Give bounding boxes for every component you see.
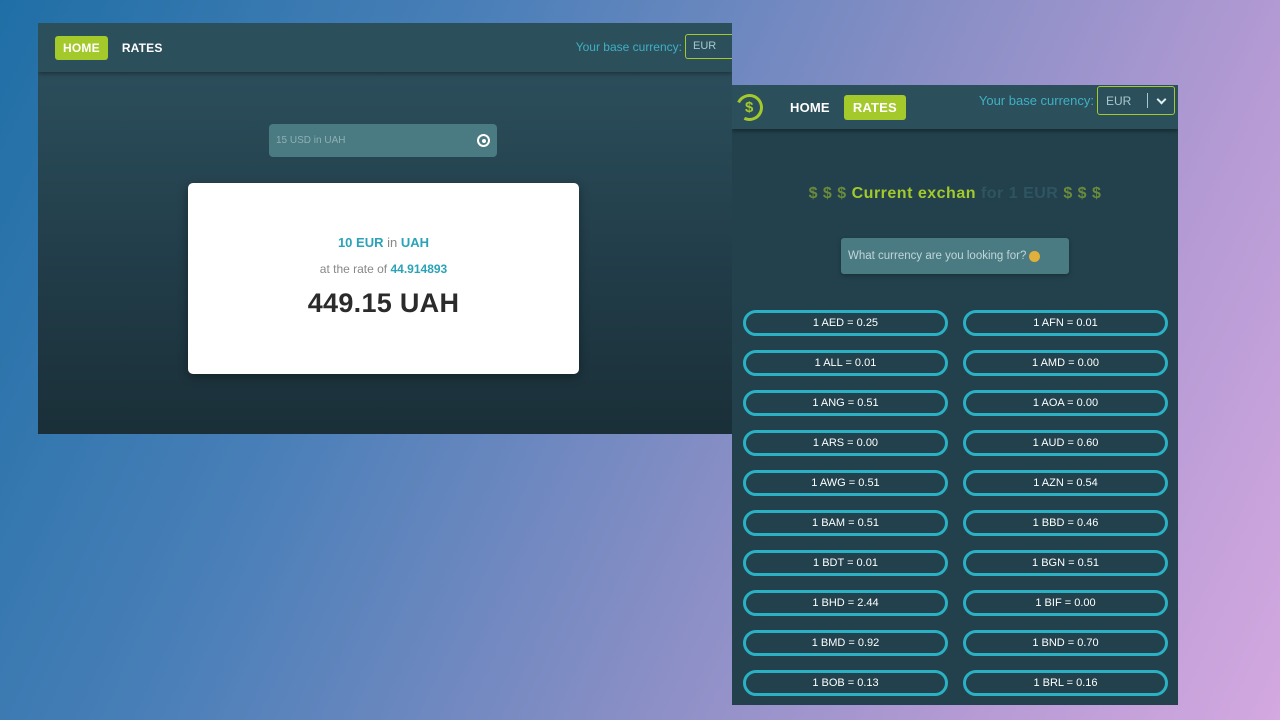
result-summary: 10 EUR in UAH	[188, 235, 579, 250]
home-navbar: HOME RATES Your base currency: EUR	[38, 23, 732, 72]
title-main: Current exchan	[851, 185, 976, 202]
result-rate-value: 44.914893	[390, 262, 448, 276]
rates-window: $ HOME RATES Your base currency: EUR $ $…	[732, 85, 1178, 705]
nav-home-button[interactable]: HOME	[55, 35, 108, 60]
conversion-search-placeholder: 15 USD in UAH	[276, 135, 346, 146]
rate-item[interactable]: 1 AZN = 0.54	[963, 470, 1168, 496]
base-currency-value: EUR	[1106, 93, 1132, 108]
result-target-currency: UAH	[400, 235, 430, 250]
rate-item[interactable]: 1 AOA = 0.00	[963, 390, 1168, 416]
rate-item[interactable]: 1 AFN = 0.01	[963, 310, 1168, 336]
rate-item[interactable]: 1 AMD = 0.00	[963, 350, 1168, 376]
home-window: HOME RATES Your base currency: EUR 15 US…	[38, 23, 732, 434]
rate-item[interactable]: 1 AED = 0.25	[743, 310, 948, 336]
result-in-word: in	[387, 235, 398, 250]
rate-item[interactable]: 1 BIF = 0.00	[963, 590, 1168, 616]
nav-home-button[interactable]: HOME	[781, 95, 839, 120]
currency-search-placeholder: What currency are you looking for?	[848, 250, 1027, 262]
title-suffix: $ $ $	[1063, 185, 1102, 202]
result-total: 449.15 UAH	[307, 288, 460, 318]
convert-icon[interactable]	[477, 134, 490, 147]
rate-item[interactable]: 1 ARS = 0.00	[743, 430, 948, 456]
result-rate-prefix: at the rate of	[319, 262, 388, 276]
rate-item[interactable]: 1 BOB = 0.13	[743, 670, 948, 696]
base-currency-label: Your base currency:	[575, 39, 682, 54]
rates-page-title: $ $ $ Current exchan for 1 EUR $ $ $	[732, 185, 1178, 203]
rate-item[interactable]: 1 BGN = 0.51	[963, 550, 1168, 576]
currency-search-input[interactable]: What currency are you looking for?	[841, 238, 1069, 274]
rate-item[interactable]: 1 AUD = 0.60	[963, 430, 1168, 456]
rate-item[interactable]: 1 BDT = 0.01	[743, 550, 948, 576]
rate-item[interactable]: 1 BND = 0.70	[963, 630, 1168, 656]
rate-item[interactable]: 1 BAM = 0.51	[743, 510, 948, 536]
rates-navbar: $ HOME RATES Your base currency: EUR	[732, 85, 1178, 129]
base-currency-control: Your base currency: EUR	[979, 86, 1175, 115]
base-currency-control: Your base currency: EUR	[576, 34, 732, 59]
base-currency-select[interactable]: EUR	[1097, 86, 1175, 115]
rate-item[interactable]: 1 BHD = 2.44	[743, 590, 948, 616]
rate-item[interactable]: 1 BBD = 0.46	[963, 510, 1168, 536]
title-ghost: for 1 EUR	[980, 185, 1059, 202]
conversion-search-input[interactable]: 15 USD in UAH	[269, 124, 497, 157]
select-separator	[1147, 93, 1148, 108]
rate-item[interactable]: 1 ALL = 0.01	[743, 350, 948, 376]
chevron-down-icon[interactable]	[1156, 94, 1167, 105]
emoji-icon	[1029, 250, 1041, 262]
result-rate-line: at the rate of 44.914893	[188, 262, 579, 276]
rate-item[interactable]: 1 BRL = 0.16	[963, 670, 1168, 696]
rate-item[interactable]: 1 BMD = 0.92	[743, 630, 948, 656]
rate-item[interactable]: 1 AWG = 0.51	[743, 470, 948, 496]
base-currency-label: Your base currency:	[978, 93, 1094, 108]
conversion-result-card: 10 EUR in UAH at the rate of 44.914893 4…	[188, 183, 579, 374]
nav-rates-button[interactable]: RATES	[843, 94, 906, 120]
logo-glyph: $	[745, 98, 754, 116]
base-currency-select[interactable]: EUR	[685, 34, 732, 59]
title-prefix: $ $ $	[808, 185, 847, 202]
currency-exchange-logo-icon[interactable]: $	[732, 89, 767, 125]
rates-list: 1 AED = 0.25 1 AFN = 0.01 1 ALL = 0.01 1…	[743, 310, 1168, 696]
result-amount-currency: 10 EUR	[337, 235, 384, 250]
nav-rates-button[interactable]: RATES	[114, 36, 171, 60]
rate-item[interactable]: 1 ANG = 0.51	[743, 390, 948, 416]
